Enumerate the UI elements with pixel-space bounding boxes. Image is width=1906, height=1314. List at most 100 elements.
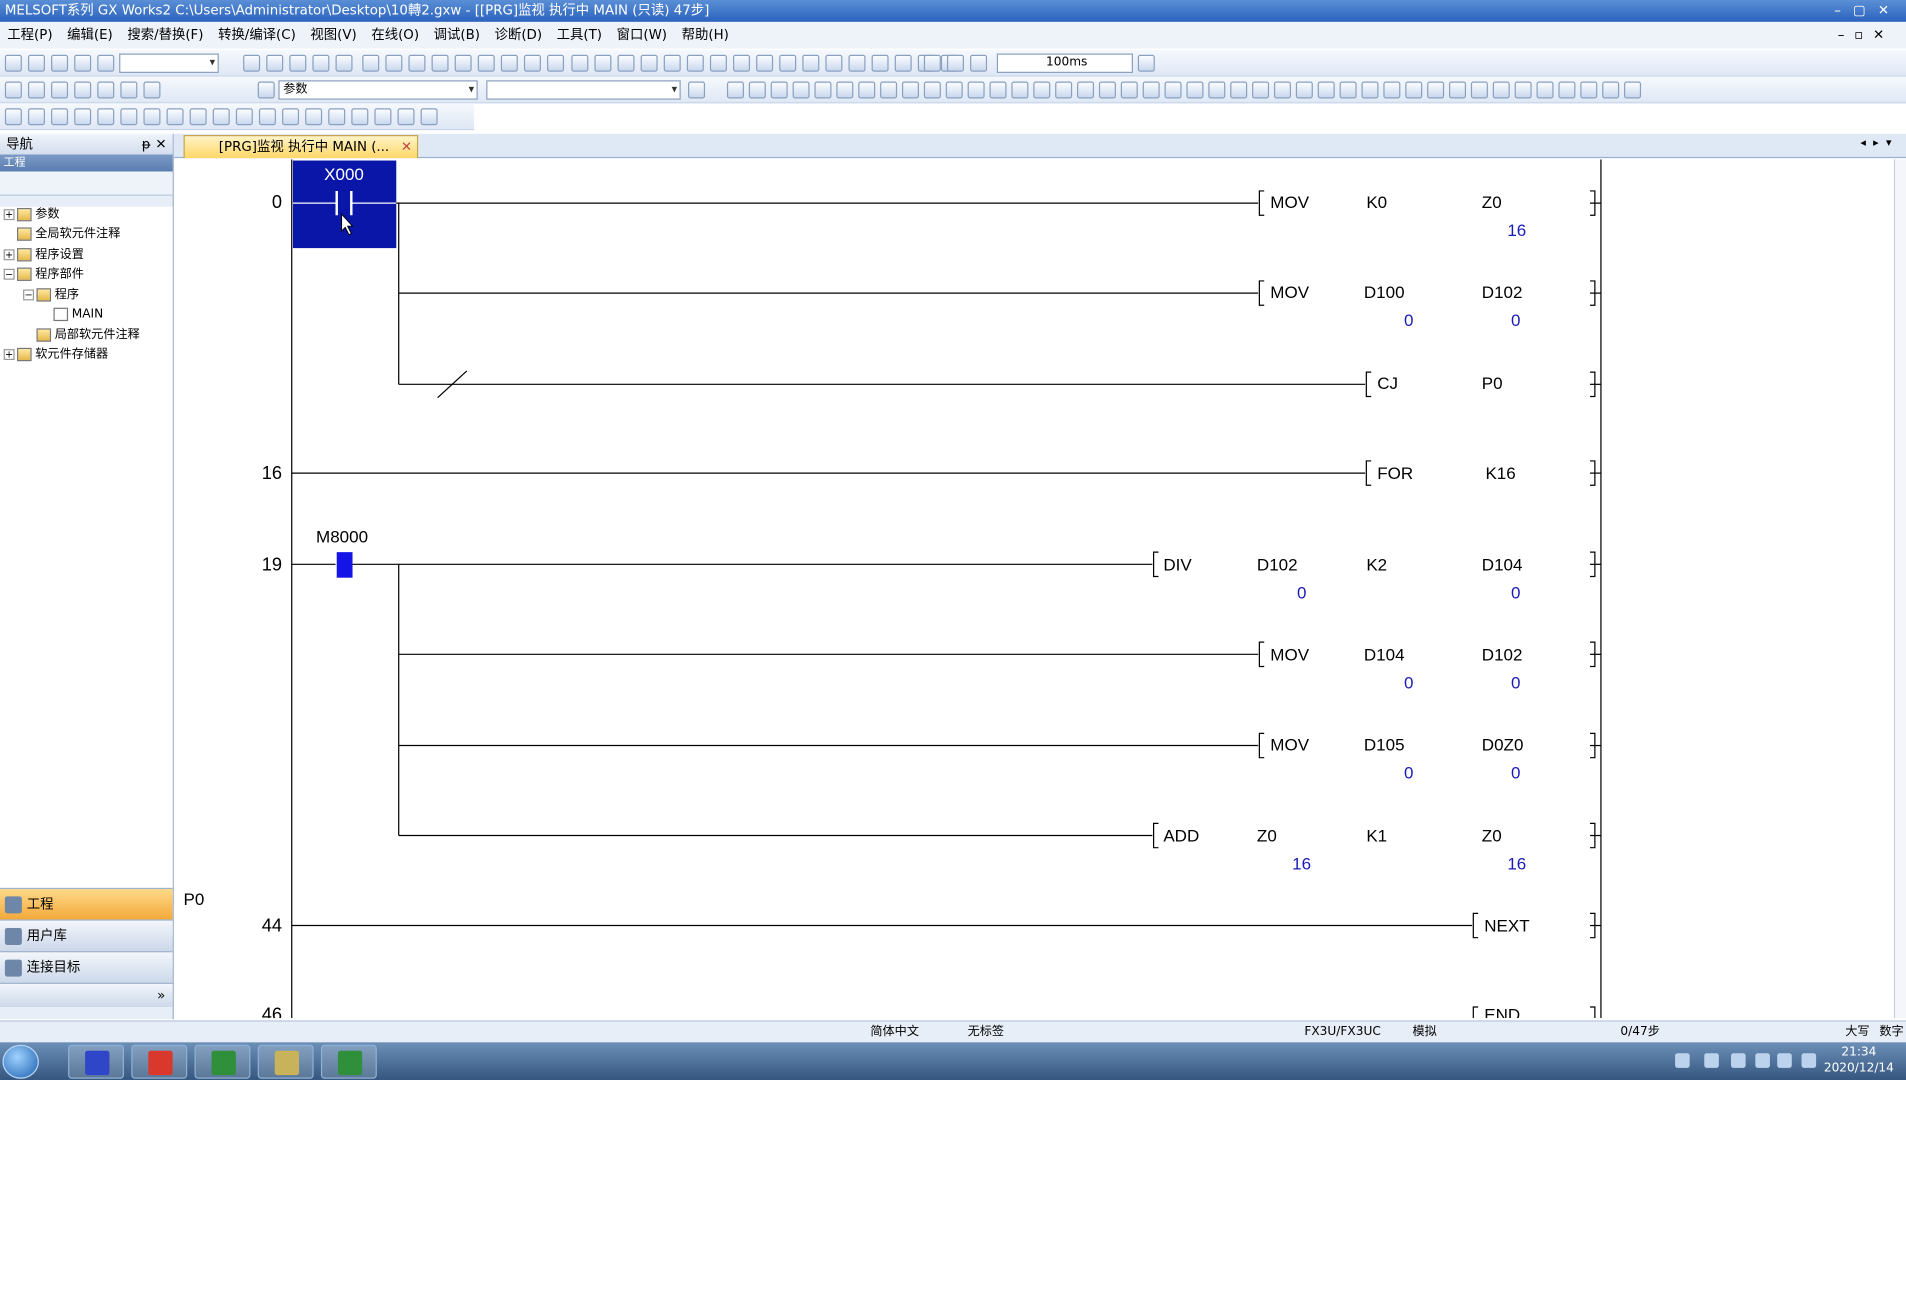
toolbar-button-icon[interactable]	[594, 54, 612, 72]
toolbar-button-icon[interactable]	[1492, 81, 1510, 99]
toolbar-button-icon[interactable]	[335, 54, 353, 72]
toolbar-button-icon[interactable]	[408, 54, 426, 72]
toolbar-button-icon[interactable]	[454, 54, 472, 72]
tree-node-global-comment[interactable]: 全局软元件注释	[17, 225, 120, 244]
toolbar-button-icon[interactable]	[312, 54, 330, 72]
volume-icon[interactable]	[1801, 1053, 1817, 1068]
toolbar-button-icon[interactable]	[120, 81, 138, 99]
tray-icon[interactable]	[1731, 1053, 1746, 1068]
toolbar-button-icon[interactable]	[1536, 81, 1554, 99]
toolbar-button-icon[interactable]	[143, 81, 161, 99]
toolbar-button-icon[interactable]	[547, 54, 565, 72]
toolbar-button-icon[interactable]	[1120, 81, 1138, 99]
menu-find-replace[interactable]: 搜索/替换(F)	[120, 22, 211, 49]
toolbar-button-icon[interactable]	[51, 54, 69, 72]
nav-library-button[interactable]: 用户库	[0, 919, 173, 952]
toolbar-button-icon[interactable]	[880, 81, 898, 99]
toolbar-button-icon[interactable]	[477, 54, 495, 72]
menu-edit[interactable]: 编辑(E)	[60, 22, 120, 49]
menu-tool[interactable]: 工具(T)	[549, 22, 609, 49]
toolbar-button-icon[interactable]	[989, 81, 1007, 99]
toolbar-button-icon[interactable]	[97, 54, 115, 72]
toolbar-button-icon[interactable]	[189, 108, 207, 126]
toolbar-button-icon[interactable]	[1055, 81, 1073, 99]
toolbar-button-icon[interactable]	[617, 54, 635, 72]
toolbar-button-icon[interactable]	[894, 54, 912, 72]
toolbar-button-icon[interactable]	[374, 108, 392, 126]
toolbar-button-icon[interactable]	[1405, 81, 1423, 99]
toolbar-button-icon[interactable]	[523, 54, 541, 72]
device-combo[interactable]	[119, 53, 219, 73]
toolbar-button-icon[interactable]	[74, 108, 92, 126]
toolbar-button-icon[interactable]	[1230, 81, 1248, 99]
toolbar-button-icon[interactable]	[289, 54, 307, 72]
toolbar-button-icon[interactable]	[1273, 81, 1291, 99]
collapse-icon[interactable]: −	[3, 268, 15, 280]
expand-icon[interactable]: +	[3, 349, 15, 360]
toolbar-button-icon[interactable]	[756, 54, 774, 72]
toolbar-button-icon[interactable]	[97, 81, 115, 99]
taskbar-app-1[interactable]	[68, 1044, 124, 1079]
tray-icon[interactable]	[1777, 1053, 1792, 1068]
toolbar-button-icon[interactable]	[748, 81, 766, 99]
toolbar-button-icon[interactable]	[871, 54, 889, 72]
toolbar-button-icon[interactable]	[688, 81, 706, 99]
start-button[interactable]	[2, 1044, 39, 1079]
toolbar-button-icon[interactable]	[362, 54, 380, 72]
toolbar-button-icon[interactable]	[1624, 81, 1642, 99]
menu-online[interactable]: 在线(O)	[364, 22, 426, 49]
toolbar-button-icon[interactable]	[1137, 54, 1155, 72]
toolbar-button-icon[interactable]	[726, 81, 744, 99]
toolbar-button-icon[interactable]	[74, 54, 92, 72]
toolbar-button-icon[interactable]	[4, 81, 22, 99]
toolbar-button-icon[interactable]	[1339, 81, 1357, 99]
toolbar-button-icon[interactable]	[51, 81, 69, 99]
menu-help[interactable]: 帮助(H)	[674, 22, 736, 49]
toolbar-button-icon[interactable]	[27, 54, 45, 72]
toolbar-button-icon[interactable]	[1077, 81, 1095, 99]
toolbar-button-icon[interactable]	[1427, 81, 1445, 99]
toolbar-button-icon[interactable]	[1448, 81, 1467, 99]
toolbar-button-icon[interactable]	[74, 81, 92, 99]
toolbar-button-icon[interactable]	[1361, 81, 1379, 99]
toolbar-button-icon[interactable]	[27, 108, 45, 126]
toolbar-button-icon[interactable]	[97, 108, 115, 126]
menu-window[interactable]: 窗口(W)	[609, 22, 674, 49]
menu-diagnostics[interactable]: 诊断(D)	[487, 22, 549, 49]
taskbar-app-gxworks[interactable]	[320, 1044, 377, 1079]
nav-overflow-button[interactable]: »	[0, 982, 173, 1008]
tree-node-program-setting[interactable]: + 程序设置	[3, 246, 84, 265]
tree-node-pou[interactable]: − 程序部件	[3, 265, 84, 284]
tree-node-program[interactable]: − 程序	[23, 286, 79, 305]
toolbar-button-icon[interactable]	[420, 108, 438, 126]
toolbar-button-icon[interactable]	[1580, 81, 1598, 99]
toolbar-button-icon[interactable]	[51, 108, 69, 126]
tab-scroll-arrows[interactable]: ◂▸▾	[1860, 137, 1898, 149]
tree-node-parameter[interactable]: + 参数	[3, 206, 60, 225]
menu-view[interactable]: 视图(V)	[303, 22, 364, 49]
toolbar-button-icon[interactable]	[166, 108, 184, 126]
taskbar-app-2[interactable]	[131, 1044, 188, 1079]
toolbar-button-icon[interactable]	[1033, 81, 1051, 99]
toolbar-button-icon[interactable]	[4, 54, 22, 72]
tree-node-main[interactable]: MAIN	[53, 305, 103, 324]
tray-icon[interactable]	[1675, 1053, 1690, 1068]
toolbar-button-icon[interactable]	[858, 81, 876, 99]
toolbar-button-icon[interactable]	[709, 54, 727, 72]
toolbar-button-icon[interactable]	[258, 108, 276, 126]
toolbar-button-icon[interactable]	[686, 54, 704, 72]
toolbar-button-icon[interactable]	[967, 81, 985, 99]
toolbar-button-icon[interactable]	[243, 54, 261, 72]
monitor-interval-field[interactable]: 100ms	[996, 53, 1133, 73]
toolbar-button-icon[interactable]	[351, 108, 369, 126]
toolbar-button-icon[interactable]	[1317, 81, 1335, 99]
toolbar-button-icon[interactable]	[328, 108, 346, 126]
window-controls[interactable]: –▢✕	[1834, 0, 1901, 22]
nav-connection-button[interactable]: 连接目标	[0, 951, 173, 983]
tab-close-icon[interactable]: ✕	[401, 136, 412, 158]
toolbar-button-icon[interactable]	[1514, 81, 1532, 99]
clock[interactable]: 21:34 2020/12/14	[1824, 1045, 1894, 1077]
toolbar-button-icon[interactable]	[814, 81, 832, 99]
toolbar-button-icon[interactable]	[640, 54, 658, 72]
toolbar-button-icon[interactable]	[970, 54, 988, 72]
